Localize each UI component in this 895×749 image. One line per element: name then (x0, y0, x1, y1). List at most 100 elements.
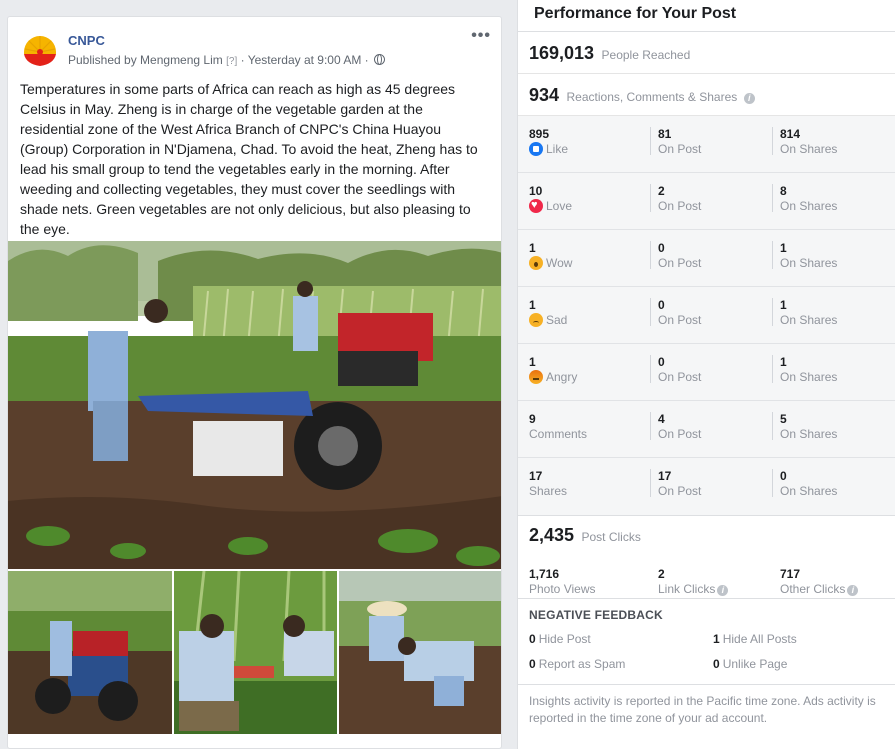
link-clicks: 2 Link Clicks i (658, 567, 729, 597)
stat-row-shares: 17 Shares 17 On Post 0 On Shares (518, 458, 895, 515)
link-clicks-value: 2 (658, 567, 665, 581)
shares-on-post-value: 17 (658, 469, 672, 483)
post-header: CNPC Published by Mengmeng Lim [?] · Yes… (8, 17, 501, 77)
comments-on-shares-value: 5 (780, 412, 787, 426)
comments-label: Comments (529, 427, 588, 441)
on-shares-label: On Shares (780, 370, 838, 384)
post-card: CNPC Published by Mengmeng Lim [?] · Yes… (7, 16, 502, 749)
stat-row-like: 895 Like 81 On Post 814 On Shares (518, 116, 895, 173)
hide-post-label: Hide Post (538, 632, 591, 646)
like-icon (529, 142, 543, 156)
other-clicks-label: Other Clicks (780, 582, 846, 596)
like-on-shares: 814 On Shares (780, 127, 837, 157)
angry-total-value: 1 (529, 355, 536, 369)
on-post-label: On Post (658, 313, 702, 327)
on-post-label: On Post (658, 427, 702, 441)
on-post-label: On Post (658, 142, 702, 156)
post-photo-main[interactable] (8, 241, 502, 569)
stat-row-angry: 1 Angry 0 On Post 1 On Shares (518, 344, 895, 401)
negative-feedback-section: NEGATIVE FEEDBACK 0 Hide Post 1 Hide All P… (518, 599, 895, 685)
comments-total-value: 9 (529, 412, 536, 426)
angry-on-shares-value: 1 (780, 355, 787, 369)
on-post-label: On Post (658, 256, 702, 270)
shares-on-shares: 0 On Shares (780, 469, 837, 499)
other-clicks-value: 717 (780, 567, 801, 581)
globe-icon[interactable] (374, 54, 385, 65)
wow-on-shares: 1 On Shares (780, 241, 837, 271)
like-on-post: 81 On Post (658, 127, 701, 157)
info-icon[interactable]: i (743, 93, 755, 104)
on-shares-label: On Shares (780, 313, 838, 327)
like-on-shares-value: 814 (780, 127, 801, 141)
sad-on-post-value: 0 (658, 298, 665, 312)
love-icon (529, 198, 543, 213)
on-post-label: On Post (658, 484, 702, 498)
post-photo-thumb-3[interactable] (339, 571, 502, 734)
engagement-total: 934 Reactions, Comments & Shares i (518, 74, 895, 116)
info-icon[interactable]: i (717, 585, 729, 596)
like-total: 895 Like (529, 127, 568, 157)
angry-on-post-value: 0 (658, 355, 665, 369)
angry-label: Angry (546, 370, 578, 384)
angry-icon (529, 370, 543, 384)
on-shares-label: On Shares (780, 256, 838, 270)
comments-total: 9 Comments (529, 412, 587, 442)
unlike-page-value: 0 (713, 657, 720, 671)
love-label: Love (546, 199, 573, 213)
sad-on-post: 0 On Post (658, 298, 701, 328)
ellipsis-icon[interactable]: ••• (471, 27, 491, 45)
stat-row-comments: 9 Comments 4 On Post 5 On Shares (518, 401, 895, 458)
sad-icon (529, 313, 543, 327)
shares-on-shares-value: 0 (780, 469, 787, 483)
link-clicks-label: Link Clicks (658, 582, 716, 596)
hide-post-value: 0 (529, 632, 536, 646)
info-icon[interactable]: i (847, 585, 859, 596)
love-total: 10 Love (529, 184, 572, 214)
stat-row-love: 10 Love 2 On Post 8 On Shares (518, 173, 895, 230)
stat-row-sad: 1 Sad 0 On Post 1 On Shares (518, 287, 895, 344)
published-by[interactable]: Published by Mengmeng Lim (68, 53, 223, 67)
insights-title: Performance for Your Post (518, 0, 895, 32)
shares-on-post: 17 On Post (658, 469, 701, 499)
help-marker[interactable]: [?] (226, 56, 237, 67)
love-on-shares-value: 8 (780, 184, 787, 198)
sad-on-shares: 1 On Shares (780, 298, 837, 328)
post-clicks-value: 2,435 (529, 525, 575, 545)
on-shares-label: On Shares (780, 484, 838, 498)
unlike-page: 0 Unlike Page (713, 657, 787, 671)
timezone-footnote: Insights activity is reported in the Pac… (529, 694, 876, 725)
post-meta: Published by Mengmeng Lim [?] · Yesterda… (68, 53, 385, 67)
on-shares-label: On Shares (780, 427, 838, 441)
comments-on-post: 4 On Post (658, 412, 701, 442)
photo-views: 1,716 Photo Views (529, 567, 596, 597)
comments-on-shares: 5 On Shares (780, 412, 837, 442)
hide-all-posts: 1 Hide All Posts (713, 632, 797, 646)
wow-on-post-value: 0 (658, 241, 665, 255)
cnpc-logo-avatar[interactable] (20, 28, 60, 68)
report-spam: 0 Report as Spam (529, 657, 625, 671)
post-timestamp[interactable]: · Yesterday at 9:00 AM · (241, 53, 369, 67)
like-total-value: 895 (529, 127, 550, 141)
post-clicks-section: 2,435 Post Clicks 1,716 Photo Views 2 Li… (518, 516, 895, 599)
wow-on-shares-value: 1 (780, 241, 787, 255)
people-reached: 169,013 People Reached (518, 32, 895, 74)
like-on-post-value: 81 (658, 127, 672, 141)
post-body: Temperatures in some parts of Africa can… (20, 81, 478, 237)
wow-total-value: 1 (529, 241, 536, 255)
photo-views-value: 1,716 (529, 567, 560, 581)
love-on-post: 2 On Post (658, 184, 701, 214)
wow-label: Wow (546, 256, 573, 270)
post-photo-thumb-1[interactable] (8, 571, 172, 734)
sad-total-value: 1 (529, 298, 536, 312)
people-reached-value: 169,013 (529, 43, 595, 63)
post-photo-thumb-2[interactable] (174, 571, 337, 734)
on-post-label: On Post (658, 370, 702, 384)
love-on-shares: 8 On Shares (780, 184, 837, 214)
sad-on-shares-value: 1 (780, 298, 787, 312)
love-on-post-value: 2 (658, 184, 665, 198)
wow-icon (529, 256, 543, 270)
wow-on-post: 0 On Post (658, 241, 701, 271)
on-post-label: On Post (658, 199, 702, 213)
page-name-link[interactable]: CNPC (68, 33, 105, 48)
other-clicks: 717 Other Clicks i (780, 567, 859, 597)
